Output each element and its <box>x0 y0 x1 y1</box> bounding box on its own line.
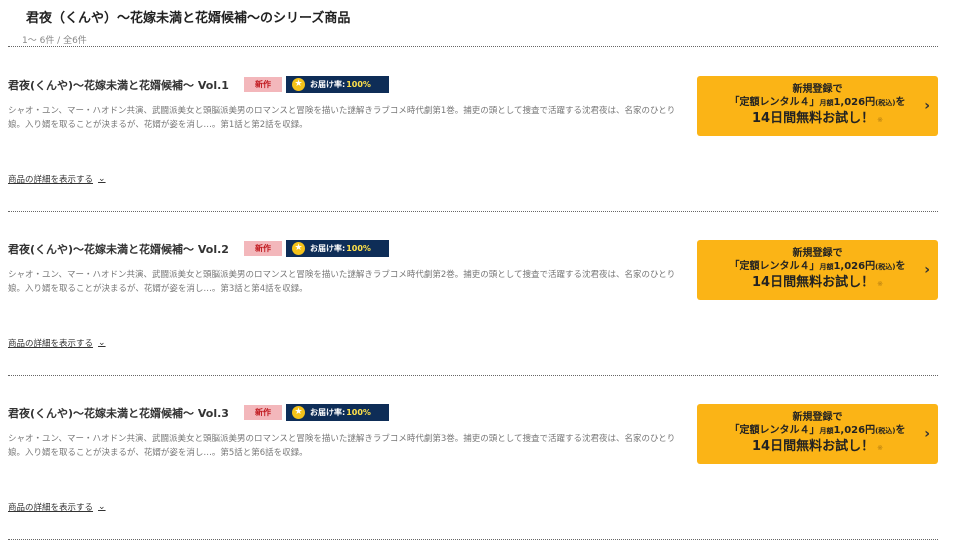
trial-signup-button[interactable]: 新規登録で 「定額レンタル４」月額1,026円(税込)を 14日間無料お試し！ ※… <box>697 76 938 136</box>
list-item: 君夜(くんや)～花嫁未満と花婿候補～ Vol.3 新作 ★ お届け率: 100%… <box>8 404 938 555</box>
cta-line1: 新規登録で <box>792 248 843 259</box>
trial-signup-button[interactable]: 新規登録で 「定額レンタル４」月額1,026円(税込)を 14日間無料お試し！ ※… <box>697 404 938 464</box>
cta-line3: 14日間無料お試し！ ※ <box>752 439 883 454</box>
item-description: シャオ・ユン、マー・ハオドン共演、武闘派美女と頭脳派美男のロマンスと冒険を描いた… <box>8 270 676 294</box>
new-badge: 新作 <box>244 241 282 256</box>
show-details-label: 商品の詳細を表示する <box>8 339 94 349</box>
cta-line1: 新規登録で <box>792 84 843 95</box>
cta-line2: 「定額レンタル４」月額1,026円(税込)を <box>729 97 906 108</box>
item-title[interactable]: 君夜(くんや)～花嫁未満と花婿候補～ Vol.2 <box>8 241 229 257</box>
divider <box>8 211 938 212</box>
chevron-right-icon: › <box>924 262 930 278</box>
delivery-rate-badge: ★ お届け率: 100% <box>286 240 389 257</box>
divider <box>8 539 938 540</box>
star-icon: ★ <box>292 406 305 419</box>
show-details-label: 商品の詳細を表示する <box>8 175 94 185</box>
show-details-link[interactable]: 商品の詳細を表示する ⌄ <box>8 501 106 513</box>
delivery-rate-label: お届け率: <box>310 80 346 89</box>
item-description: シャオ・ユン、マー・ハオドン共演、武闘派美女と頭脳派美男のロマンスと冒険を描いた… <box>8 106 676 130</box>
chevron-down-icon: ⌄ <box>98 174 106 184</box>
chevron-right-icon: › <box>924 98 930 114</box>
star-icon: ★ <box>292 242 305 255</box>
trial-signup-button[interactable]: 新規登録で 「定額レンタル４」月額1,026円(税込)を 14日間無料お試し！ ※… <box>697 240 938 300</box>
divider <box>8 46 938 47</box>
item-description: シャオ・ユン、マー・ハオドン共演、武闘派美女と頭脳派美男のロマンスと冒険を描いた… <box>8 434 676 458</box>
item-title[interactable]: 君夜(くんや)～花嫁未満と花婿候補～ Vol.3 <box>8 405 229 421</box>
page-title: 君夜（くんや）～花嫁未満と花婿候補～のシリーズ商品 <box>26 11 351 26</box>
delivery-rate-value: 100% <box>346 408 371 417</box>
list-item: 君夜(くんや)～花嫁未満と花婿候補～ Vol.2 新作 ★ お届け率: 100%… <box>8 240 938 391</box>
list-item: 君夜(くんや)～花嫁未満と花婿候補～ Vol.1 新作 ★ お届け率: 100%… <box>8 76 938 227</box>
chevron-down-icon: ⌄ <box>98 502 106 512</box>
delivery-rate-label: お届け率: <box>310 408 346 417</box>
delivery-rate-value: 100% <box>346 244 371 253</box>
cta-line2: 「定額レンタル４」月額1,026円(税込)を <box>729 261 906 272</box>
show-details-label: 商品の詳細を表示する <box>8 503 94 513</box>
delivery-rate-badge: ★ お届け率: 100% <box>286 76 389 93</box>
chevron-right-icon: › <box>924 426 930 442</box>
cta-line1: 新規登録で <box>792 412 843 423</box>
cta-line3: 14日間無料お試し！ ※ <box>752 275 883 290</box>
delivery-rate-label: お届け率: <box>310 244 346 253</box>
show-details-link[interactable]: 商品の詳細を表示する ⌄ <box>8 173 106 185</box>
result-count: 1～ 6件 / 全6件 <box>22 36 87 46</box>
delivery-rate-value: 100% <box>346 80 371 89</box>
item-title[interactable]: 君夜(くんや)～花嫁未満と花婿候補～ Vol.1 <box>8 77 229 93</box>
show-details-link[interactable]: 商品の詳細を表示する ⌄ <box>8 337 106 349</box>
new-badge: 新作 <box>244 405 282 420</box>
new-badge: 新作 <box>244 77 282 92</box>
cta-line2: 「定額レンタル４」月額1,026円(税込)を <box>729 425 906 436</box>
cta-line3: 14日間無料お試し！ ※ <box>752 111 883 126</box>
chevron-down-icon: ⌄ <box>98 338 106 348</box>
delivery-rate-badge: ★ お届け率: 100% <box>286 404 389 421</box>
star-icon: ★ <box>292 78 305 91</box>
divider <box>8 375 938 376</box>
